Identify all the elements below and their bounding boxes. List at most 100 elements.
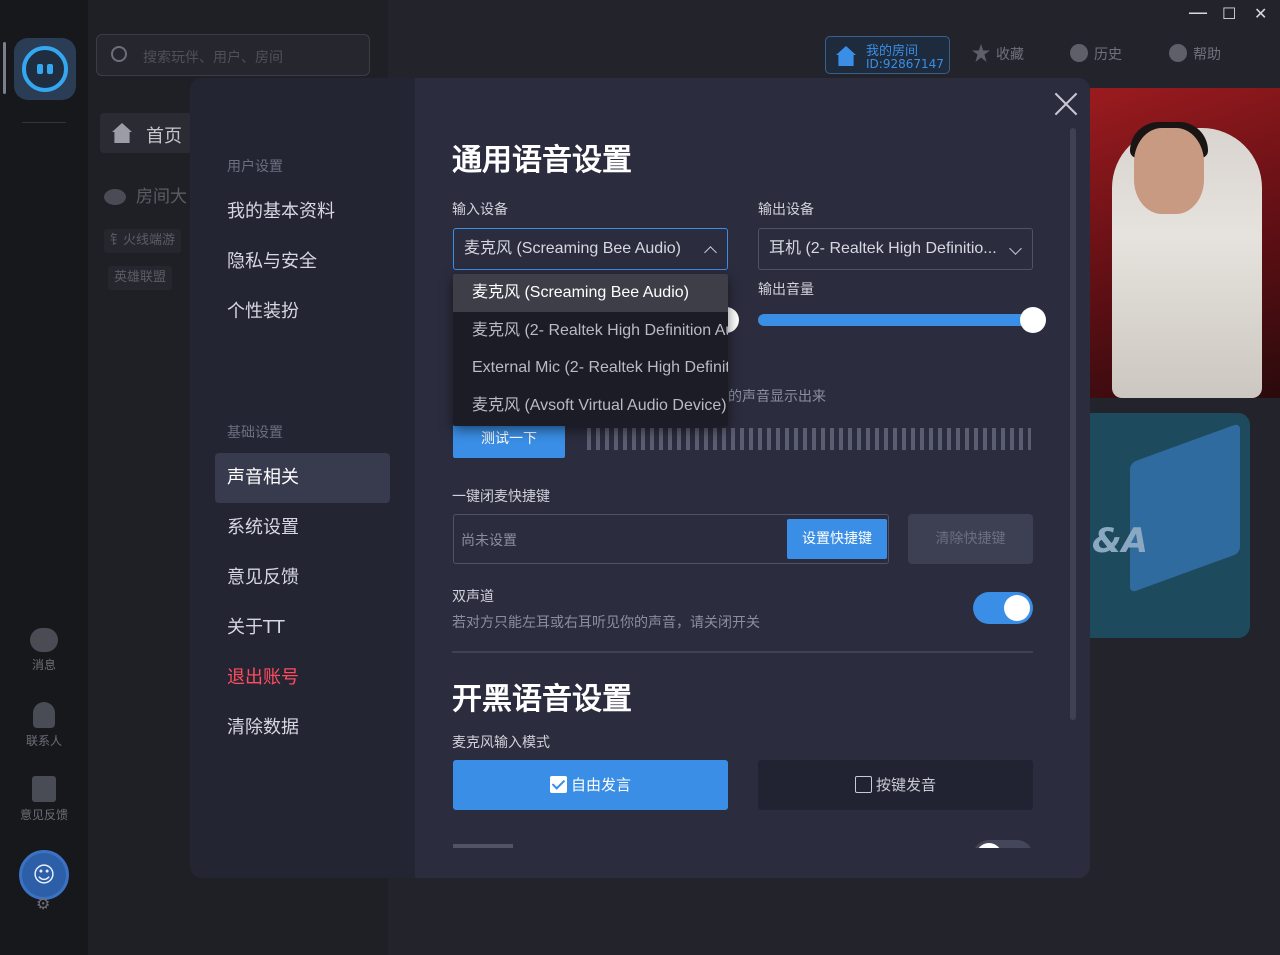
mic-test-hint: 的声音显示出来: [728, 389, 826, 405]
help-label: 帮助: [1193, 47, 1221, 63]
message-icon: [30, 628, 58, 652]
input-device-label: 输入设备: [452, 202, 508, 218]
rail-messages[interactable]: 消息: [0, 628, 88, 673]
gear-icon[interactable]: ⚙: [36, 894, 50, 913]
settings-sidebar: 用户设置 我的基本资料 隐私与安全 个性装扮 基础设置 声音相关 系统设置 意见…: [190, 78, 415, 878]
avatar-glyph: ☺: [32, 862, 56, 888]
rail-contacts-label: 联系人: [25, 734, 62, 748]
sidebar-item-privacy[interactable]: 隐私与安全: [215, 237, 390, 287]
rail-feedback-label: 意见反馈: [19, 808, 68, 822]
search-icon: [111, 46, 127, 62]
rail-feedback[interactable]: 意见反馈: [0, 776, 88, 823]
input-device-select[interactable]: 麦克风 (Screaming Bee Audio): [453, 228, 728, 270]
home-icon: [836, 46, 856, 66]
history-link[interactable]: 历史: [1070, 44, 1122, 64]
content-scrollbar[interactable]: [1070, 128, 1076, 720]
planet-icon: [104, 189, 126, 205]
left-rail: 消息 联系人 意见反馈 ☺ ⚙: [0, 0, 88, 955]
dropdown-option[interactable]: 麦克风 (2- Realtek High Definition Audio): [453, 312, 728, 350]
output-device-label: 输出设备: [758, 202, 814, 218]
stereo-label: 双声道: [452, 589, 494, 605]
group-user-settings: 用户设置: [227, 159, 283, 175]
stereo-hint: 若对方只能左耳或右耳听见你的声音，请关闭开关: [452, 615, 760, 631]
set-hotkey-button[interactable]: 设置快捷键: [787, 519, 887, 559]
section-title-voice: 通用语音设置: [452, 143, 632, 178]
mic-level-meter: [587, 428, 1031, 450]
sidebar-item-sound[interactable]: 声音相关: [215, 453, 390, 503]
rail-divider: [22, 122, 66, 123]
sidebar-item-about[interactable]: 关于TT: [215, 603, 390, 653]
sidebar-item-clear-data[interactable]: 清除数据: [215, 703, 390, 753]
banner-image[interactable]: [1090, 88, 1280, 398]
close-icon[interactable]: [1053, 92, 1077, 116]
group-basic-settings: 基础设置: [227, 425, 283, 441]
mute-hotkey-value: 尚未设置: [461, 533, 517, 549]
user-avatar[interactable]: ☺: [19, 850, 69, 900]
mic-mode-label: 麦克风输入模式: [452, 735, 550, 751]
output-volume-knob[interactable]: [1020, 307, 1046, 333]
dropdown-option[interactable]: 麦克风 (Screaming Bee Audio): [453, 274, 728, 312]
output-device-select[interactable]: 耳机 (2- Realtek High Definitio...: [758, 228, 1033, 270]
input-device-dropdown: 麦克风 (Screaming Bee Audio) 麦克风 (2- Realte…: [453, 274, 728, 426]
nav-home-label: 首页: [146, 126, 182, 147]
feedback-icon: [32, 776, 56, 802]
stereo-toggle[interactable]: [973, 592, 1033, 624]
my-room-button[interactable]: 我的房间 ID:92867147: [825, 36, 950, 74]
contacts-icon: [33, 702, 55, 728]
settings-content: 通用语音设置 输入设备 麦克风 (Screaming Bee Audio) 输出…: [415, 78, 1090, 878]
tt-logo[interactable]: [14, 38, 76, 100]
dropdown-option[interactable]: External Mic (2- Realtek High Definition…: [453, 349, 728, 387]
minimize-button[interactable]: —: [1188, 0, 1208, 24]
promo-card-art: &A: [1092, 521, 1148, 561]
sidebar-item-profile[interactable]: 我的基本资料: [215, 187, 390, 237]
nav-room-hall-label: 房间大: [136, 187, 187, 207]
nav-room-hall[interactable]: 房间大: [104, 182, 187, 207]
nav-home[interactable]: 首页: [100, 113, 192, 153]
clear-hotkey-button[interactable]: 清除快捷键: [908, 514, 1033, 564]
dropdown-option[interactable]: 麦克风 (Avsoft Virtual Audio Device): [453, 387, 728, 425]
sidebar-item-system[interactable]: 系统设置: [215, 503, 390, 553]
close-window-button[interactable]: ✕: [1254, 4, 1267, 23]
output-volume-label: 输出音量: [758, 282, 814, 298]
mode-free-talk-button[interactable]: 自由发言: [453, 760, 728, 810]
rail-messages-label: 消息: [31, 658, 56, 672]
rail-contacts[interactable]: 联系人: [0, 702, 88, 749]
mode-free-talk-label: 自由发言: [570, 776, 631, 794]
maximize-button[interactable]: ☐: [1222, 4, 1236, 23]
section-divider: [452, 651, 1033, 653]
my-room-id: ID:92867147: [866, 57, 944, 71]
checkbox-unchecked-icon: [854, 776, 872, 793]
output-volume-slider[interactable]: [758, 314, 1033, 326]
game-tag[interactable]: 钅火线端游: [104, 229, 182, 253]
checkbox-checked-icon: [549, 776, 567, 793]
chevron-up-icon: [704, 246, 717, 259]
help-link[interactable]: 帮助: [1169, 44, 1221, 64]
search-input[interactable]: 搜索玩伴、用户、房间: [96, 34, 370, 76]
clock-icon: [1070, 44, 1088, 62]
app-window: 消息 联系人 意见反馈 ☺ ⚙ 搜索玩伴、用户、房间 首页 房间大 钅火线端游 …: [0, 0, 1280, 955]
history-label: 历史: [1094, 47, 1122, 63]
game-tag[interactable]: 英雄联盟: [108, 266, 173, 290]
banner-person-head: [1134, 128, 1204, 214]
mode-push-to-talk-button[interactable]: 按键发音: [758, 760, 1033, 810]
input-device-value: 麦克风 (Screaming Bee Audio): [464, 240, 681, 257]
promo-card-image[interactable]: &A: [1090, 413, 1250, 638]
sidebar-item-logout[interactable]: 退出账号: [215, 653, 390, 703]
star-icon: [972, 44, 990, 62]
section-title-gaming: 开黑语音设置: [452, 682, 632, 717]
search-placeholder: 搜索玩伴、用户、房间: [143, 50, 283, 66]
favorites-label: 收藏: [996, 47, 1024, 63]
favorites-link[interactable]: 收藏: [972, 44, 1024, 64]
chevron-down-icon: [1009, 242, 1022, 255]
laptop-illustration: [1130, 422, 1240, 594]
sidebar-item-dressup[interactable]: 个性装扮: [215, 287, 390, 337]
mute-hotkey-label: 一键闭麦快捷键: [452, 489, 550, 505]
settings-modal: 用户设置 我的基本资料 隐私与安全 个性装扮 基础设置 声音相关 系统设置 意见…: [190, 78, 1090, 878]
sidebar-item-feedback[interactable]: 意见反馈: [215, 553, 390, 603]
rail-active-indicator: [3, 42, 6, 94]
output-device-value: 耳机 (2- Realtek High Definitio...: [769, 240, 997, 257]
mute-hotkey-field[interactable]: 尚未设置 设置快捷键: [453, 514, 889, 564]
tt-logo-icon: [22, 46, 68, 92]
mode-push-to-talk-label: 按键发音: [875, 776, 936, 794]
home-icon: [112, 123, 132, 143]
